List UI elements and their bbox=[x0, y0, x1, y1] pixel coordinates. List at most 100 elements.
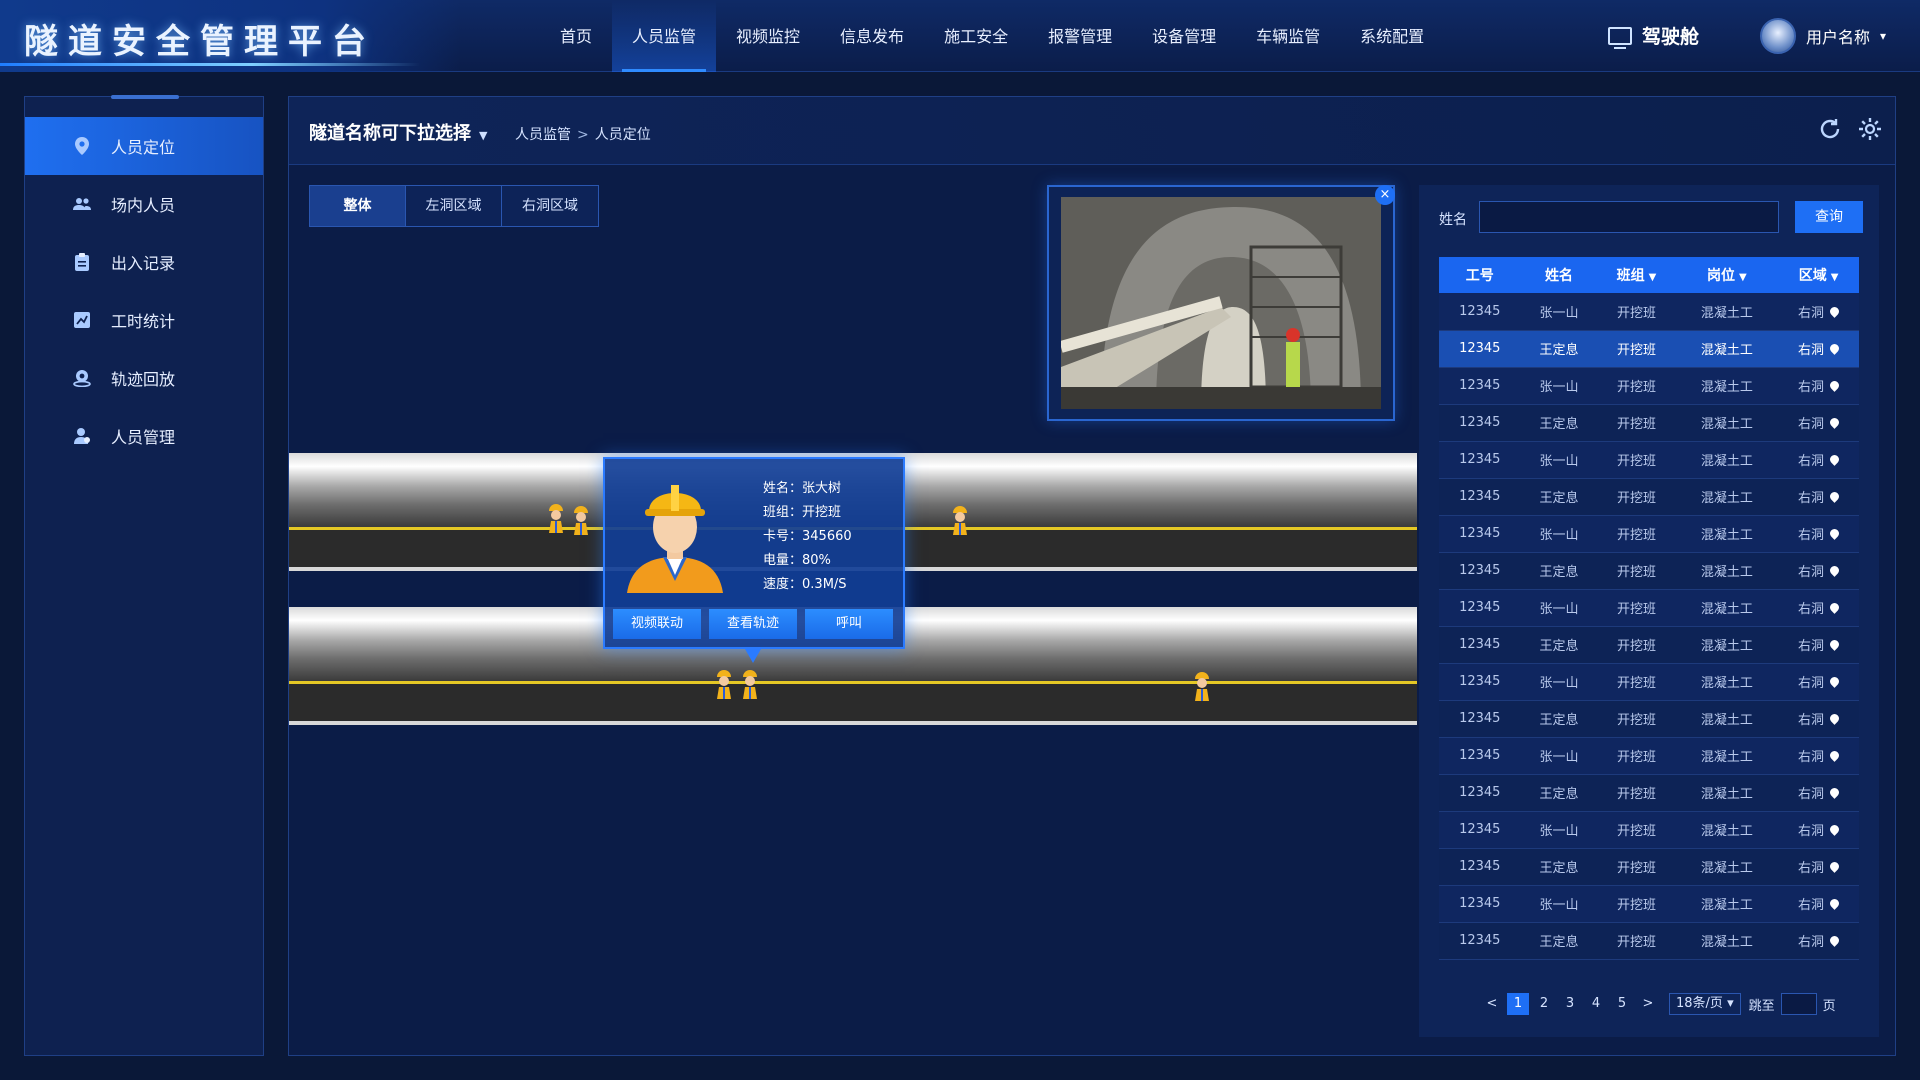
header-label: 班组 bbox=[1616, 268, 1645, 284]
cell-name-text: 王定息 bbox=[1539, 861, 1579, 876]
nav-vehicle[interactable]: 车辆监管 bbox=[1236, 0, 1340, 72]
prev-page-button[interactable]: < bbox=[1481, 993, 1503, 1015]
location-pin-icon[interactable] bbox=[1828, 304, 1841, 318]
cell-id-text: 12345 bbox=[1459, 637, 1501, 652]
column-header-area[interactable]: 区域 ▼ bbox=[1778, 257, 1859, 293]
table-row[interactable]: 12345 张一山 开挖班 混凝土工 右洞 bbox=[1439, 441, 1859, 479]
worker-marker[interactable] bbox=[1193, 671, 1211, 705]
cockpit-button[interactable]: 驾驶舱 bbox=[1608, 22, 1699, 49]
cell-id-text: 12345 bbox=[1459, 600, 1501, 615]
tab-right-tunnel[interactable]: 右洞区域 bbox=[502, 186, 598, 226]
table-row[interactable]: 12345 王定息 开挖班 混凝土工 右洞 bbox=[1439, 700, 1859, 738]
location-pin-icon[interactable] bbox=[1828, 860, 1841, 873]
nav-construction-safety[interactable]: 施工安全 bbox=[924, 0, 1028, 72]
tab-overall[interactable]: 整体 bbox=[310, 186, 406, 226]
location-pin-icon[interactable] bbox=[1828, 416, 1841, 429]
call-button[interactable]: 呼叫 bbox=[805, 609, 893, 639]
table-row[interactable]: 12345 张一山 开挖班 混凝土工 右洞 bbox=[1439, 811, 1859, 849]
nav-equipment[interactable]: 设备管理 bbox=[1132, 0, 1236, 72]
sidebar-item-track-playback[interactable]: 轨迹回放 bbox=[25, 349, 263, 407]
location-pin-icon[interactable] bbox=[1828, 786, 1841, 799]
info-team-value: 开挖班 bbox=[802, 505, 842, 520]
nav-alarm[interactable]: 报警管理 bbox=[1028, 0, 1132, 72]
worker-marker[interactable] bbox=[572, 505, 590, 539]
view-track-button[interactable]: 查看轨迹 bbox=[709, 609, 797, 639]
sidebar-item-work-hours[interactable]: 工时统计 bbox=[25, 291, 263, 349]
jump-page-input[interactable] bbox=[1780, 993, 1817, 1015]
cell-id-text: 12345 bbox=[1459, 748, 1501, 763]
nav-info-publish[interactable]: 信息发布 bbox=[820, 0, 924, 72]
table-row[interactable]: 12345 张一山 开挖班 混凝土工 右洞 bbox=[1439, 737, 1859, 775]
location-pin-icon[interactable] bbox=[1828, 342, 1841, 355]
table-row[interactable]: 12345 王定息 开挖班 混凝土工 右洞 bbox=[1439, 404, 1859, 442]
nav-video[interactable]: 视频监控 bbox=[716, 0, 820, 72]
sidebar-item-onsite-personnel[interactable]: 场内人员 bbox=[25, 175, 263, 233]
user-menu[interactable]: 用户名称 ▾ bbox=[1760, 18, 1886, 54]
location-pin-icon[interactable] bbox=[1828, 638, 1841, 651]
location-pin-icon[interactable] bbox=[1828, 453, 1841, 466]
close-icon[interactable]: × bbox=[1375, 185, 1395, 205]
page-button[interactable]: 2 bbox=[1533, 993, 1555, 1015]
table-row[interactable]: 12345 王定息 开挖班 混凝土工 右洞 bbox=[1439, 552, 1859, 590]
tunnel-select-label: 隧道名称可下拉选择 bbox=[309, 123, 471, 144]
cell-post-text: 混凝土工 bbox=[1700, 713, 1753, 728]
table-row[interactable]: 12345 王定息 开挖班 混凝土工 右洞 bbox=[1439, 626, 1859, 664]
column-header-team[interactable]: 班组 ▼ bbox=[1597, 257, 1676, 293]
table-row[interactable]: 12345 王定息 开挖班 混凝土工 右洞 bbox=[1439, 922, 1859, 960]
table-row[interactable]: 12345 张一山 开挖班 混凝土工 右洞 bbox=[1439, 515, 1859, 553]
location-pin-icon[interactable] bbox=[1828, 934, 1841, 947]
table-row[interactable]: 12345 王定息 开挖班 混凝土工 右洞 bbox=[1439, 478, 1859, 516]
cell-post: 混凝土工 bbox=[1675, 589, 1779, 627]
tab-left-tunnel[interactable]: 左洞区域 bbox=[406, 186, 502, 226]
table-row[interactable]: 12345 张一山 开挖班 混凝土工 右洞 bbox=[1439, 885, 1859, 923]
refresh-icon[interactable] bbox=[1817, 117, 1843, 143]
location-pin-icon[interactable] bbox=[1828, 675, 1841, 688]
table-row[interactable]: 12345 王定息 开挖班 混凝土工 右洞 bbox=[1439, 774, 1859, 812]
location-pin-icon[interactable] bbox=[1828, 564, 1841, 577]
location-pin-icon[interactable] bbox=[1828, 749, 1841, 762]
table-row[interactable]: 12345 张一山 开挖班 混凝土工 右洞 bbox=[1439, 367, 1859, 405]
cell-team-text: 开挖班 bbox=[1617, 380, 1657, 395]
nav-home[interactable]: 首页 bbox=[540, 0, 612, 72]
nav-system-config[interactable]: 系统配置 bbox=[1340, 0, 1444, 72]
location-pin-icon[interactable] bbox=[1828, 527, 1841, 540]
nav-personnel[interactable]: 人员监管 bbox=[612, 0, 717, 72]
breadcrumb-item[interactable]: 人员监管 bbox=[515, 127, 571, 143]
page-size-select[interactable]: 18条/页 ▾ bbox=[1669, 993, 1741, 1015]
page-button[interactable]: 5 bbox=[1611, 993, 1633, 1015]
page-button[interactable]: 3 bbox=[1559, 993, 1581, 1015]
location-pin-icon[interactable] bbox=[1828, 379, 1841, 392]
page-button[interactable]: 4 bbox=[1585, 993, 1607, 1015]
query-button[interactable]: 查询 bbox=[1795, 201, 1863, 233]
worker-marker[interactable] bbox=[547, 503, 565, 537]
location-pin-icon[interactable] bbox=[1828, 823, 1841, 836]
cell-area-text: 右洞 bbox=[1798, 343, 1825, 358]
gear-icon[interactable] bbox=[1857, 117, 1883, 143]
next-page-button[interactable]: > bbox=[1637, 993, 1659, 1015]
worker-marker[interactable] bbox=[715, 669, 733, 703]
table-row[interactable]: 12345 张一山 开挖班 混凝土工 右洞 bbox=[1439, 293, 1859, 331]
location-pin-icon[interactable] bbox=[1828, 712, 1841, 725]
sidebar-item-personnel-location[interactable]: 人员定位 bbox=[25, 117, 263, 175]
worker-marker[interactable] bbox=[741, 669, 759, 703]
sidebar-item-entry-records[interactable]: 出入记录 bbox=[25, 233, 263, 291]
cell-area: 右洞 bbox=[1778, 737, 1859, 775]
location-pin-icon[interactable] bbox=[1828, 897, 1841, 910]
sidebar-item-personnel-management[interactable]: 人员管理 bbox=[25, 407, 263, 465]
table-row[interactable]: 12345 王定息 开挖班 混凝土工 右洞 bbox=[1439, 848, 1859, 886]
table-row[interactable]: 12345 张一山 开挖班 混凝土工 右洞 bbox=[1439, 663, 1859, 701]
video-link-button[interactable]: 视频联动 bbox=[613, 609, 701, 639]
table-row[interactable]: 12345 张一山 开挖班 混凝土工 右洞 bbox=[1439, 589, 1859, 627]
name-search-input[interactable] bbox=[1479, 201, 1779, 233]
page-button[interactable]: 1 bbox=[1507, 993, 1529, 1015]
info-battery-value: 80% bbox=[802, 553, 831, 568]
location-pin-icon[interactable] bbox=[1828, 490, 1841, 503]
info-team-label: 班组： bbox=[763, 505, 803, 520]
column-header-post[interactable]: 岗位 ▼ bbox=[1675, 257, 1779, 293]
video-feed[interactable] bbox=[1061, 197, 1381, 409]
cell-name-text: 王定息 bbox=[1539, 787, 1579, 802]
table-row[interactable]: 12345 王定息 开挖班 混凝土工 右洞 bbox=[1439, 330, 1859, 368]
worker-marker[interactable] bbox=[951, 505, 969, 539]
location-pin-icon[interactable] bbox=[1828, 601, 1841, 614]
tunnel-select-dropdown[interactable]: 隧道名称可下拉选择 ▼ bbox=[309, 119, 487, 145]
